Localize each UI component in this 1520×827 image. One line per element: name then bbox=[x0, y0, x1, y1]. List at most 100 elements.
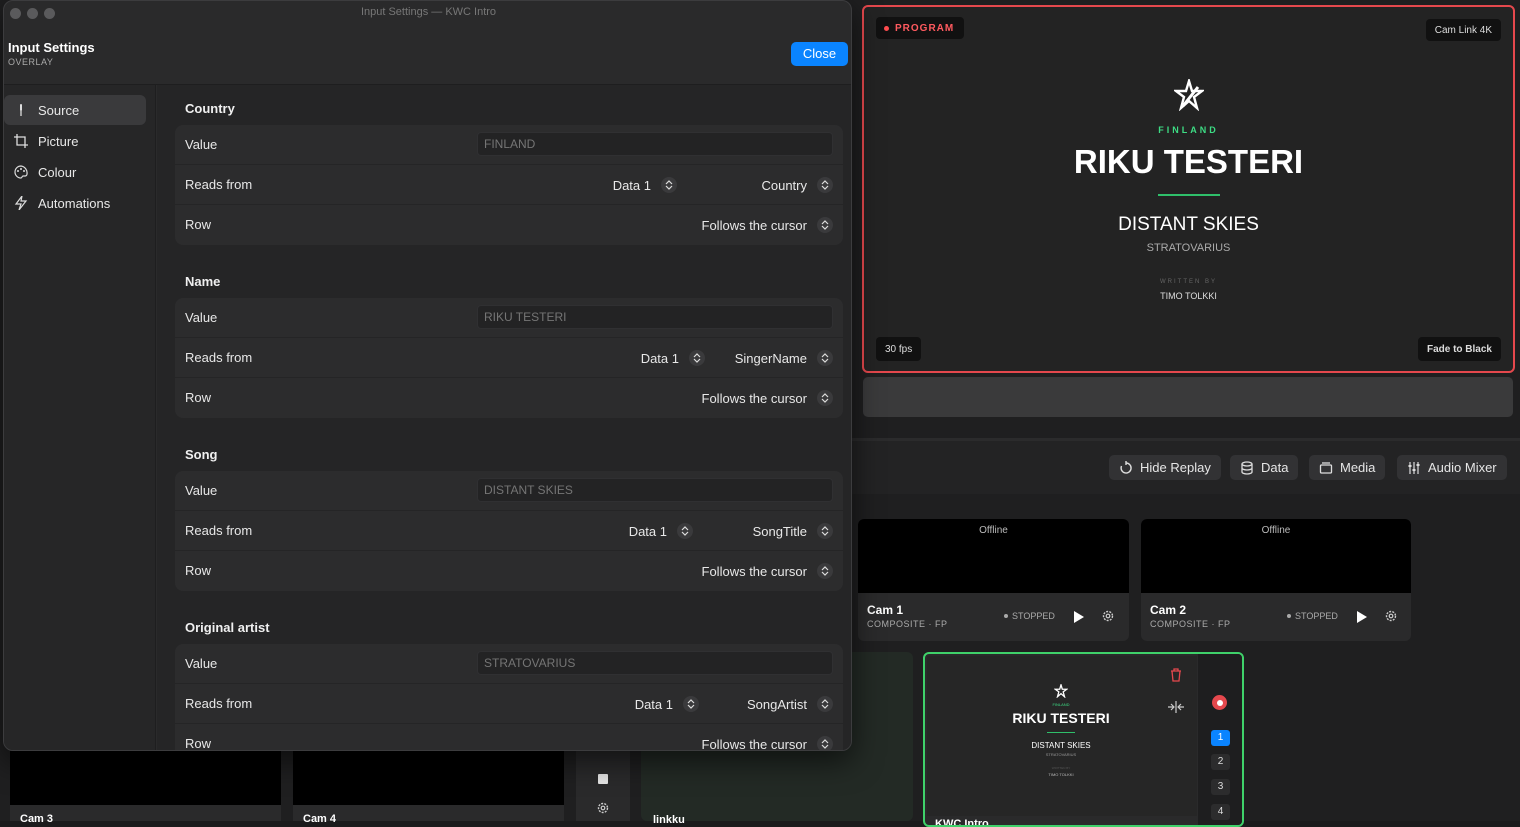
camera-preview bbox=[293, 751, 564, 805]
row-mode-row: Row Follows the cursor bbox=[175, 378, 843, 418]
window-title: Input Settings — KWC Intro bbox=[360, 6, 497, 18]
source-select[interactable]: Data 1 bbox=[613, 177, 677, 193]
database-icon bbox=[1241, 460, 1253, 475]
row-label: Reads from bbox=[185, 177, 253, 192]
row-mode-row: Row Follows the cursor bbox=[175, 551, 843, 591]
column-select[interactable]: SongArtist bbox=[747, 696, 833, 712]
kwc-country: FINLAND bbox=[1052, 702, 1070, 707]
row-label: Row bbox=[185, 390, 212, 405]
media-button[interactable]: Media bbox=[1309, 455, 1386, 480]
fade-to-black-button[interactable]: Fade to Black bbox=[1417, 337, 1501, 361]
row-select[interactable]: Follows the cursor bbox=[702, 736, 833, 750]
row-select[interactable]: Follows the cursor bbox=[702, 217, 833, 233]
value-input[interactable] bbox=[477, 651, 833, 675]
sidebar-item-label: Automations bbox=[38, 195, 111, 211]
chevron-updown-icon bbox=[817, 217, 833, 233]
row-label: Row bbox=[185, 563, 212, 578]
crop-icon bbox=[14, 134, 28, 148]
camera-card-3[interactable]: Cam 3 bbox=[10, 751, 281, 825]
row-label: Reads from bbox=[185, 350, 253, 365]
gear-icon[interactable] bbox=[596, 801, 610, 820]
value-input[interactable] bbox=[477, 132, 833, 156]
value-input[interactable] bbox=[477, 305, 833, 329]
star-logo-icon bbox=[1172, 76, 1206, 112]
trash-icon[interactable] bbox=[1170, 668, 1182, 687]
control-strip bbox=[576, 751, 630, 821]
chevron-updown-icon bbox=[817, 563, 833, 579]
kwc-artist: STRATOVARIUS bbox=[1045, 752, 1077, 757]
overlay-writer: TIMO TOLKKI bbox=[1160, 291, 1217, 301]
collapse-icon[interactable] bbox=[1167, 700, 1185, 718]
sidebar-item-source[interactable]: Source bbox=[4, 95, 146, 125]
layer-button-1[interactable]: 1 bbox=[1211, 730, 1230, 746]
overlay-song-title: DISTANT SKIES bbox=[1118, 214, 1259, 235]
kwc-name: RIKU TESTERI bbox=[1012, 710, 1110, 726]
gear-icon[interactable] bbox=[1384, 609, 1398, 628]
hide-replay-button[interactable]: Hide Replay bbox=[1109, 455, 1221, 480]
row-label: Value bbox=[185, 137, 218, 152]
row-select[interactable]: Follows the cursor bbox=[702, 563, 833, 579]
value-row: Value bbox=[175, 471, 843, 511]
kwc-intro-card[interactable]: FINLAND RIKU TESTERI DISTANT SKIES STRAT… bbox=[923, 652, 1244, 827]
sidebar-item-automations[interactable]: Automations bbox=[4, 188, 146, 218]
column-select[interactable]: SongTitle bbox=[753, 523, 833, 539]
kwc-label: KWC Intro bbox=[935, 818, 989, 827]
layer-button-2[interactable]: 2 bbox=[1211, 754, 1230, 770]
sidebar-item-colour[interactable]: Colour bbox=[4, 157, 146, 187]
column-select[interactable]: Country bbox=[761, 177, 833, 193]
palette-icon bbox=[14, 165, 28, 179]
data-button[interactable]: Data bbox=[1230, 455, 1299, 480]
camera-preview bbox=[10, 751, 281, 805]
sliders-icon bbox=[1408, 461, 1420, 474]
kwc-writer: TIMO TOLKKI bbox=[1048, 772, 1074, 777]
overlay-country: FINLAND bbox=[1158, 125, 1219, 135]
overlay-divider bbox=[1158, 194, 1220, 196]
layer-button-4[interactable]: 4 bbox=[1211, 804, 1230, 820]
stop-icon[interactable] bbox=[598, 774, 608, 784]
chevron-updown-icon bbox=[817, 736, 833, 750]
camera-status: STOPPED bbox=[1287, 611, 1338, 621]
fps-chip: 30 fps bbox=[876, 337, 922, 361]
value-input[interactable] bbox=[477, 478, 833, 502]
camera-card-4[interactable]: Cam 4 bbox=[293, 751, 564, 825]
camera-name: Cam 4 bbox=[303, 813, 337, 825]
section-title: Country bbox=[185, 101, 235, 116]
camera-name: Cam 3 bbox=[20, 813, 54, 825]
reads-from-row: Reads from Data 1 SongTitle bbox=[175, 511, 843, 551]
linkku-label: linkku bbox=[653, 814, 685, 826]
row-label: Row bbox=[185, 736, 212, 751]
chevron-updown-icon bbox=[817, 523, 833, 539]
section-title: Name bbox=[185, 274, 221, 289]
camera-card[interactable]: Offline Cam 1 COMPOSITE · FP STOPPED bbox=[858, 519, 1129, 641]
row-select[interactable]: Follows the cursor bbox=[702, 390, 833, 406]
sidebar-item-label: Source bbox=[38, 102, 80, 118]
row-label: Reads from bbox=[185, 696, 253, 711]
column-select[interactable]: SingerName bbox=[735, 350, 833, 366]
play-icon[interactable] bbox=[1357, 610, 1367, 628]
page-title: Input Settings bbox=[8, 40, 95, 55]
kwc-divider bbox=[1047, 732, 1075, 733]
gear-icon[interactable] bbox=[1101, 609, 1115, 628]
camera-subtitle: COMPOSITE · FP bbox=[867, 619, 948, 629]
section-title: Original artist bbox=[185, 620, 270, 635]
source-select[interactable]: Data 1 bbox=[635, 696, 699, 712]
bolt-icon bbox=[14, 196, 28, 210]
play-icon[interactable] bbox=[1074, 610, 1084, 628]
row-mode-row: Row Follows the cursor bbox=[175, 205, 843, 245]
sidebar-item-picture[interactable]: Picture bbox=[4, 126, 146, 156]
source-select[interactable]: Data 1 bbox=[629, 523, 693, 539]
close-button[interactable]: Close bbox=[791, 42, 848, 66]
overlay-singer-name: RIKU TESTERI bbox=[1073, 143, 1304, 180]
chevron-updown-icon bbox=[817, 350, 833, 366]
sidebar: Source Picture Colour Automations bbox=[4, 85, 156, 750]
audio-level-strip bbox=[863, 377, 1513, 417]
audio-mixer-button[interactable]: Audio Mixer bbox=[1397, 455, 1507, 480]
camera-card[interactable]: Offline Cam 2 COMPOSITE · FP STOPPED bbox=[1141, 519, 1411, 641]
kwc-writer-label: WRITTEN BY bbox=[1051, 766, 1071, 770]
record-icon[interactable] bbox=[1212, 695, 1227, 710]
camera-status: STOPPED bbox=[1004, 611, 1055, 621]
row-label: Reads from bbox=[185, 523, 253, 538]
layer-button-3[interactable]: 3 bbox=[1211, 779, 1230, 795]
value-row: Value bbox=[175, 125, 843, 165]
source-select[interactable]: Data 1 bbox=[641, 350, 705, 366]
